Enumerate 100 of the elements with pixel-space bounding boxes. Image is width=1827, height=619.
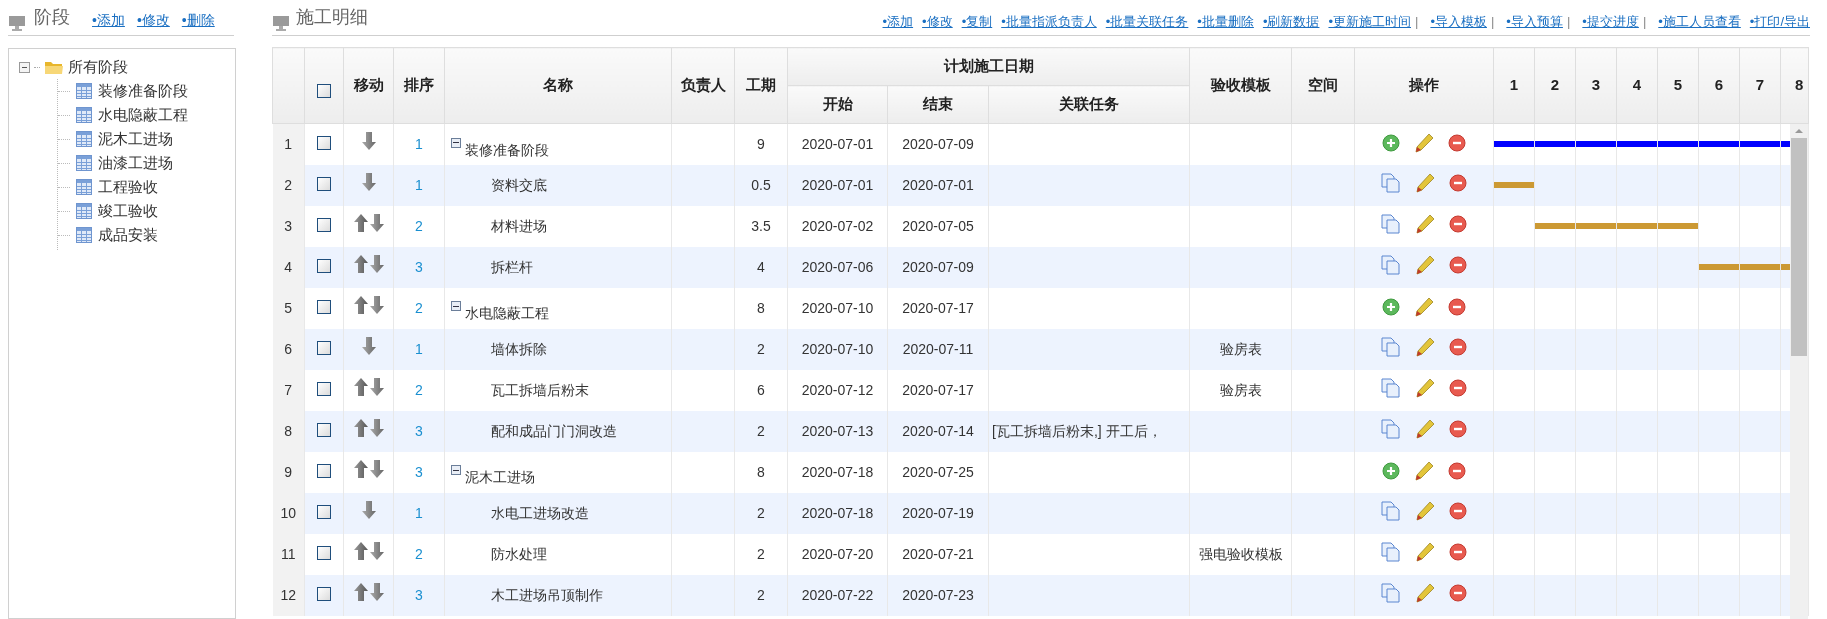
pencil-icon[interactable] (1414, 296, 1434, 317)
add-icon[interactable] (1382, 133, 1400, 152)
delete-icon[interactable] (1449, 420, 1467, 438)
tree-item[interactable]: 所有阶段 (68, 55, 128, 79)
copy-icon[interactable] (1381, 378, 1401, 398)
toolbar-link[interactable]: •修改 (922, 11, 953, 31)
order-link[interactable]: 1 (415, 340, 423, 357)
tree-item[interactable]: 泥木工进场 (98, 127, 173, 151)
order-link[interactable]: 2 (415, 217, 423, 234)
pencil-icon[interactable] (1415, 173, 1435, 193)
pencil-icon[interactable] (1415, 214, 1435, 234)
pencil-icon[interactable] (1415, 255, 1435, 275)
move-down-icon[interactable] (360, 172, 377, 192)
delete-icon[interactable] (1449, 338, 1467, 356)
delete-icon[interactable] (1448, 297, 1466, 316)
scrollbar-thumb[interactable] (1791, 138, 1807, 356)
copy-icon[interactable] (1381, 419, 1401, 439)
toolbar-link[interactable]: •批量删除 (1197, 11, 1254, 31)
order-link[interactable]: 2 (415, 381, 423, 398)
move-up-icon[interactable] (352, 582, 369, 602)
delete-icon[interactable] (1449, 584, 1467, 602)
pencil-icon[interactable] (1414, 460, 1434, 481)
move-down-icon[interactable] (360, 131, 377, 152)
move-up-icon[interactable] (352, 213, 369, 233)
collapse-icon[interactable] (451, 301, 461, 312)
toolbar-link[interactable]: •删除 (181, 10, 215, 31)
copy-icon[interactable] (1381, 542, 1401, 562)
tree-item[interactable]: 竣工验收 (98, 199, 158, 223)
move-down-icon[interactable] (368, 582, 385, 602)
move-down-icon[interactable] (360, 500, 377, 520)
move-up-icon[interactable] (352, 254, 369, 274)
toolbar-link[interactable]: •提交进度 (1582, 11, 1639, 31)
move-down-icon[interactable] (360, 336, 377, 356)
move-up-icon[interactable] (352, 418, 369, 438)
checkbox[interactable] (317, 546, 331, 560)
order-link[interactable]: 1 (415, 135, 423, 152)
delete-icon[interactable] (1449, 215, 1467, 233)
checkbox[interactable] (317, 136, 331, 151)
delete-icon[interactable] (1449, 502, 1467, 520)
checkbox[interactable] (317, 259, 331, 273)
delete-icon[interactable] (1448, 461, 1466, 480)
move-up-icon[interactable] (352, 459, 369, 479)
checkbox[interactable] (317, 300, 331, 314)
order-link[interactable]: 3 (415, 258, 423, 275)
toolbar-link[interactable]: •刷新数据 (1262, 11, 1320, 31)
checkbox[interactable] (317, 464, 331, 478)
toolbar-link[interactable]: •导入预算 (1506, 11, 1563, 31)
pencil-icon[interactable] (1414, 132, 1434, 153)
move-up-icon[interactable] (352, 541, 369, 561)
toolbar-link[interactable]: •施工人员查看 (1658, 11, 1741, 31)
collapse-icon[interactable] (451, 137, 461, 148)
delete-icon[interactable] (1449, 174, 1467, 192)
checkbox[interactable] (317, 341, 331, 355)
toolbar-link[interactable]: •导入模板 (1430, 11, 1487, 31)
pencil-icon[interactable] (1415, 419, 1435, 439)
order-link[interactable]: 3 (415, 463, 423, 480)
collapse-icon[interactable] (451, 465, 461, 476)
move-down-icon[interactable] (368, 418, 385, 438)
move-down-icon[interactable] (368, 377, 385, 397)
checkbox[interactable] (317, 423, 331, 437)
collapse-icon[interactable] (19, 61, 30, 73)
delete-icon[interactable] (1449, 379, 1467, 397)
tree-item[interactable]: 油漆工进场 (98, 151, 173, 175)
copy-icon[interactable] (1381, 214, 1401, 234)
tree-item[interactable]: 水电隐蔽工程 (98, 103, 188, 127)
checkbox[interactable] (317, 382, 331, 396)
scrollbar[interactable] (1790, 124, 1808, 619)
tree-item[interactable]: 装修准备阶段 (98, 79, 188, 103)
toolbar-link[interactable]: •批量指派负责人 (1001, 11, 1097, 31)
delete-icon[interactable] (1448, 133, 1466, 152)
checkbox[interactable] (317, 505, 331, 519)
copy-icon[interactable] (1381, 255, 1401, 275)
tree-item[interactable]: 成品安装 (98, 223, 158, 247)
pencil-icon[interactable] (1415, 337, 1435, 357)
order-link[interactable]: 2 (415, 545, 423, 562)
toolbar-link[interactable]: •修改 (136, 10, 170, 31)
move-down-icon[interactable] (368, 295, 385, 315)
pencil-icon[interactable] (1415, 583, 1435, 603)
order-link[interactable]: 2 (415, 299, 423, 316)
toolbar-link[interactable]: •批量关联任务 (1105, 11, 1189, 31)
toolbar-link[interactable]: •复制 (961, 11, 993, 31)
checkbox[interactable] (317, 84, 331, 99)
order-link[interactable]: 1 (415, 176, 423, 193)
delete-icon[interactable] (1449, 543, 1467, 561)
copy-icon[interactable] (1381, 173, 1401, 193)
copy-icon[interactable] (1381, 583, 1401, 603)
move-down-icon[interactable] (368, 254, 385, 274)
checkbox[interactable] (317, 177, 331, 191)
move-down-icon[interactable] (368, 213, 385, 233)
pencil-icon[interactable] (1415, 542, 1435, 562)
tree-item[interactable]: 工程验收 (98, 175, 158, 199)
move-up-icon[interactable] (352, 295, 369, 315)
toolbar-link[interactable]: •更新施工时间 (1328, 11, 1411, 31)
pencil-icon[interactable] (1415, 501, 1435, 521)
move-down-icon[interactable] (368, 541, 385, 561)
checkbox[interactable] (317, 587, 331, 601)
toolbar-link[interactable]: •添加 (92, 10, 125, 31)
copy-icon[interactable] (1381, 501, 1401, 521)
toolbar-link[interactable]: •添加 (882, 11, 914, 31)
copy-icon[interactable] (1381, 337, 1401, 357)
